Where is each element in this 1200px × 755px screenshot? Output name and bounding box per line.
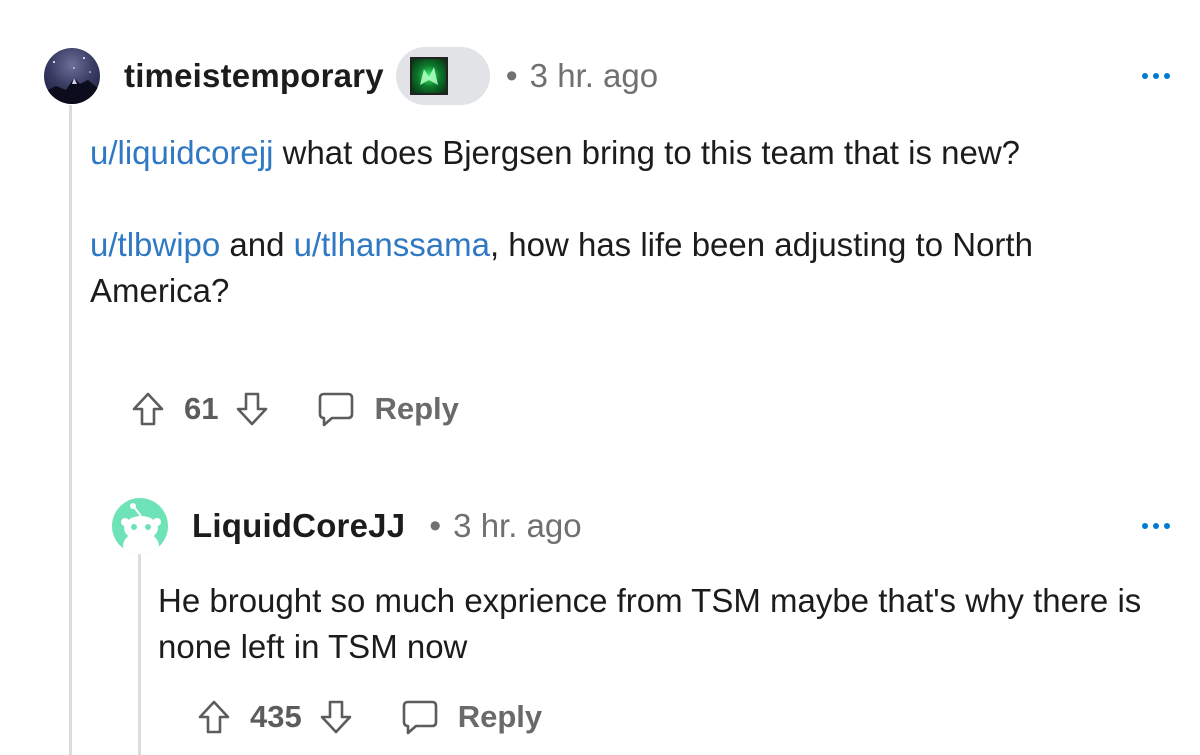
comment-actions: 61 Reply (128, 384, 459, 434)
more-options-button[interactable] (1138, 63, 1174, 89)
ellipsis-icon (1142, 523, 1148, 529)
arrow-down-icon (320, 700, 352, 734)
reply-button[interactable]: Reply (316, 390, 459, 428)
comment-thread: timeistemporary • 3 hr. ago u/liquidcore… (0, 0, 1200, 755)
separator-dot: • (505, 57, 518, 95)
comment-paragraph: u/tlbwipo and u/tlhanssama, how has life… (90, 226, 1033, 309)
comment-author[interactable]: LiquidCoreJJ (192, 507, 405, 545)
night-sky-avatar-icon (44, 57, 100, 104)
upvote-button[interactable] (194, 697, 234, 737)
downvote-button[interactable] (232, 389, 272, 429)
arrow-up-icon (198, 700, 230, 734)
arrow-up-icon (132, 392, 164, 426)
separator-dot: • (429, 507, 442, 545)
thread-line[interactable] (69, 105, 72, 755)
reply-button[interactable]: Reply (400, 698, 542, 736)
ellipsis-icon (1142, 73, 1148, 79)
speech-bubble-icon (319, 392, 354, 427)
user-mention-link[interactable]: u/liquidcorejj (90, 134, 273, 171)
comment-timestamp[interactable]: 3 hr. ago (453, 507, 581, 545)
speech-bubble-icon (402, 700, 438, 735)
comment-body: u/liquidcorejj what does Bjergsen bring … (90, 130, 1150, 314)
comment-actions: 435 Reply (194, 692, 542, 742)
user-mention-link[interactable]: u/tlbwipo (90, 226, 220, 263)
comment-body: He brought so much exprience from TSM ma… (158, 578, 1148, 670)
user-flair (395, 47, 490, 105)
comment-timestamp[interactable]: 3 hr. ago (530, 57, 658, 95)
arrow-down-icon (237, 392, 268, 426)
downvote-button[interactable] (316, 697, 356, 737)
comment-header: LiquidCoreJJ • 3 hr. ago (112, 494, 1174, 558)
flair-emblem-icon (409, 57, 448, 95)
reply-thread-line[interactable] (138, 550, 141, 755)
vote-score: 435 (250, 699, 302, 734)
comment-author[interactable]: timeistemporary (124, 57, 384, 95)
comment-paragraph: He brought so much exprience from TSM ma… (158, 582, 1142, 665)
user-avatar[interactable] (112, 498, 168, 554)
comment-header: timeistemporary • 3 hr. ago (44, 44, 1174, 108)
reply-label: Reply (457, 699, 543, 734)
user-mention-link[interactable]: u/tlhanssama (294, 226, 490, 263)
comment-paragraph: u/liquidcorejj what does Bjergsen bring … (90, 134, 1021, 171)
snoo-avatar-icon (121, 503, 161, 554)
more-options-button[interactable] (1138, 513, 1174, 539)
upvote-button[interactable] (128, 389, 168, 429)
vote-score: 61 (184, 391, 219, 426)
reply-label: Reply (374, 391, 459, 426)
user-avatar[interactable] (44, 48, 100, 104)
